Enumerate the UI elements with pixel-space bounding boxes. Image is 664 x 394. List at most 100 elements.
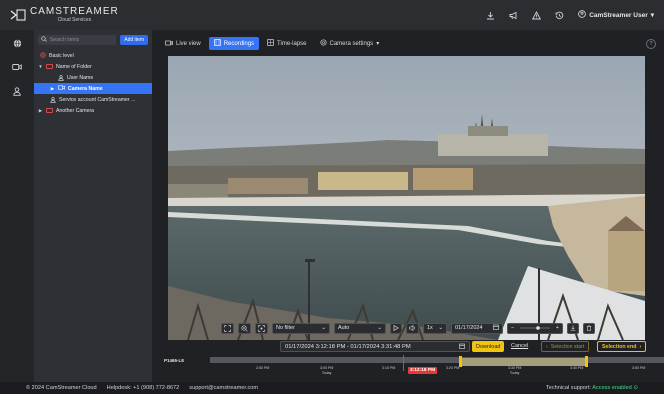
play-button[interactable] bbox=[390, 322, 402, 334]
help-icon[interactable]: ? bbox=[646, 38, 656, 49]
cancel-link[interactable]: Cancel bbox=[511, 343, 528, 349]
chevron-down-icon: ⌄ bbox=[377, 325, 382, 331]
user-icon bbox=[58, 74, 64, 81]
timeline-tick: 3:40 PM bbox=[570, 366, 584, 370]
volume-icon bbox=[409, 325, 415, 331]
tree-item-label: Camera Name bbox=[68, 85, 103, 92]
timeline-tick: 3:50 PM bbox=[632, 366, 646, 370]
chevron-right-icon[interactable]: ▶ bbox=[38, 108, 43, 114]
range-field[interactable]: 01/17/2024 3:12:18 PM - 01/17/2024 3:31:… bbox=[280, 341, 470, 352]
tree-item-user[interactable]: User Name bbox=[34, 72, 152, 83]
tab-live-view[interactable]: Live view bbox=[160, 37, 206, 50]
volume-button[interactable] bbox=[406, 322, 419, 334]
chevron-down-icon: ▾ bbox=[650, 12, 654, 19]
helpdesk-text: Helpdesk: +1 (908) 772-8672 bbox=[106, 385, 180, 391]
range-text: 01/17/2024 3:12:18 PM - 01/17/2024 3:31:… bbox=[285, 343, 411, 350]
folder-icon bbox=[46, 108, 53, 113]
tree-item-label: Basic level bbox=[49, 52, 74, 59]
timeline-camera-label: P1465-LE bbox=[164, 358, 185, 363]
main-panel: Live view Recordings Time-lapse Camera s… bbox=[152, 30, 664, 382]
grid-icon bbox=[267, 39, 274, 48]
speed-select[interactable]: 1x ⌄ bbox=[423, 322, 447, 334]
plus-icon[interactable]: + bbox=[556, 325, 559, 331]
tree-item-basic-level[interactable]: Basic level bbox=[34, 50, 152, 61]
fullscreen-button[interactable] bbox=[221, 322, 234, 334]
filter-value: No filter bbox=[276, 325, 295, 331]
date-value: 01/17/2024 bbox=[455, 325, 483, 331]
selection-end-label: Selection end bbox=[602, 343, 637, 350]
megaphone-icon[interactable] bbox=[509, 11, 518, 20]
tree-item-label: Name of Folder bbox=[56, 63, 92, 70]
tab-time-lapse[interactable]: Time-lapse bbox=[262, 37, 311, 50]
tree-item-service-account[interactable]: Service account CamStreamer ... bbox=[34, 94, 152, 105]
minus-icon[interactable]: − bbox=[511, 325, 514, 331]
add-item-button[interactable]: Add item bbox=[120, 35, 148, 45]
user-circle-icon bbox=[578, 10, 586, 20]
tab-camera-settings[interactable]: Camera settings ▾ bbox=[315, 37, 385, 50]
chevron-down-icon: ▾ bbox=[376, 41, 380, 47]
tab-label: Camera settings bbox=[329, 40, 374, 47]
date-picker[interactable]: 01/17/2024 bbox=[451, 322, 503, 334]
trash-icon bbox=[586, 325, 592, 331]
globe-icon bbox=[40, 51, 46, 60]
timeline-tick: 3:10 PM bbox=[382, 366, 396, 370]
speed-value: 1x bbox=[427, 325, 433, 331]
slider-track[interactable] bbox=[520, 325, 550, 331]
zoom-icon bbox=[241, 324, 248, 332]
timeline-selection[interactable] bbox=[460, 358, 587, 366]
tree-item-camera-selected[interactable]: ▶ Camera Name bbox=[34, 83, 152, 94]
timeline-tick: 3:20 PM bbox=[446, 366, 460, 370]
chevron-right-icon: › bbox=[639, 343, 642, 350]
camera-feed-image bbox=[168, 56, 645, 340]
tree-item-label: Another Camera bbox=[56, 107, 95, 114]
selection-end-button[interactable]: Selection end › bbox=[597, 341, 647, 352]
quality-select[interactable]: Auto ⌄ bbox=[334, 322, 386, 334]
search-box[interactable] bbox=[38, 35, 117, 45]
history-icon[interactable] bbox=[555, 11, 564, 20]
support-email-link[interactable]: support@camstreamer.com bbox=[189, 385, 258, 391]
logo[interactable]: CAMSTREAMER Cloud Services bbox=[10, 7, 119, 23]
search-icon bbox=[41, 36, 47, 44]
zoom-button[interactable] bbox=[238, 322, 251, 334]
tree-item-another-camera[interactable]: ▶ Another Camera bbox=[34, 105, 152, 116]
delete-button[interactable] bbox=[583, 322, 595, 334]
selection-end-handle[interactable] bbox=[585, 356, 588, 367]
folder-icon bbox=[46, 64, 53, 69]
selection-start-handle[interactable] bbox=[459, 356, 462, 367]
crop-icon bbox=[258, 324, 265, 332]
user-menu[interactable]: CamStreamer User ▾ bbox=[578, 10, 654, 20]
calendar-icon bbox=[459, 343, 465, 351]
play-icon bbox=[393, 325, 399, 331]
chevron-down-icon: ⌄ bbox=[321, 325, 326, 331]
chevron-right-icon[interactable]: ▶ bbox=[50, 86, 55, 92]
download-clip-button[interactable] bbox=[567, 322, 579, 334]
check-circle-icon: ⊙ bbox=[633, 385, 638, 391]
filter-select[interactable]: No filter ⌄ bbox=[272, 322, 330, 334]
selection-start-button[interactable]: ‹ Selection start bbox=[541, 341, 590, 352]
user-icon bbox=[50, 96, 56, 103]
download-icon[interactable] bbox=[486, 11, 495, 20]
snapshot-button[interactable] bbox=[255, 322, 268, 334]
copyright-text: © 2024 CamStreamer Cloud bbox=[26, 385, 97, 391]
search-input[interactable] bbox=[50, 37, 110, 43]
access-status[interactable]: Access enabled bbox=[592, 385, 632, 391]
quality-value: Auto bbox=[338, 325, 350, 331]
video-player[interactable] bbox=[168, 56, 645, 340]
download-button[interactable]: Download bbox=[472, 341, 505, 352]
user-name: CamStreamer User bbox=[589, 11, 648, 19]
warning-icon[interactable] bbox=[532, 10, 542, 20]
user-icon[interactable] bbox=[12, 86, 22, 96]
player-controls: No filter ⌄ Auto ⌄ 1x ⌄ 01/17/2024 − + bbox=[152, 319, 664, 337]
tab-recordings[interactable]: Recordings bbox=[208, 37, 260, 50]
camera-icon[interactable] bbox=[12, 62, 22, 72]
timeline-track[interactable] bbox=[210, 356, 664, 367]
timeline[interactable]: P1465-LE 3:12:18 PM 2:50 PM 3:00 PM Today… bbox=[152, 355, 664, 382]
tree-item-folder[interactable]: ▼ Name of Folder bbox=[34, 61, 152, 72]
selection-range-row: 01/17/2024 3:12:18 PM - 01/17/2024 3:31:… bbox=[152, 341, 664, 353]
chevron-down-icon[interactable]: ▼ bbox=[38, 64, 43, 69]
camera-icon bbox=[58, 85, 65, 92]
zoom-slider[interactable]: − + bbox=[507, 322, 563, 334]
globe-icon[interactable] bbox=[12, 38, 22, 48]
timeline-tick: 3:30 PM Today bbox=[508, 366, 522, 375]
timeline-cursor[interactable] bbox=[403, 355, 404, 371]
